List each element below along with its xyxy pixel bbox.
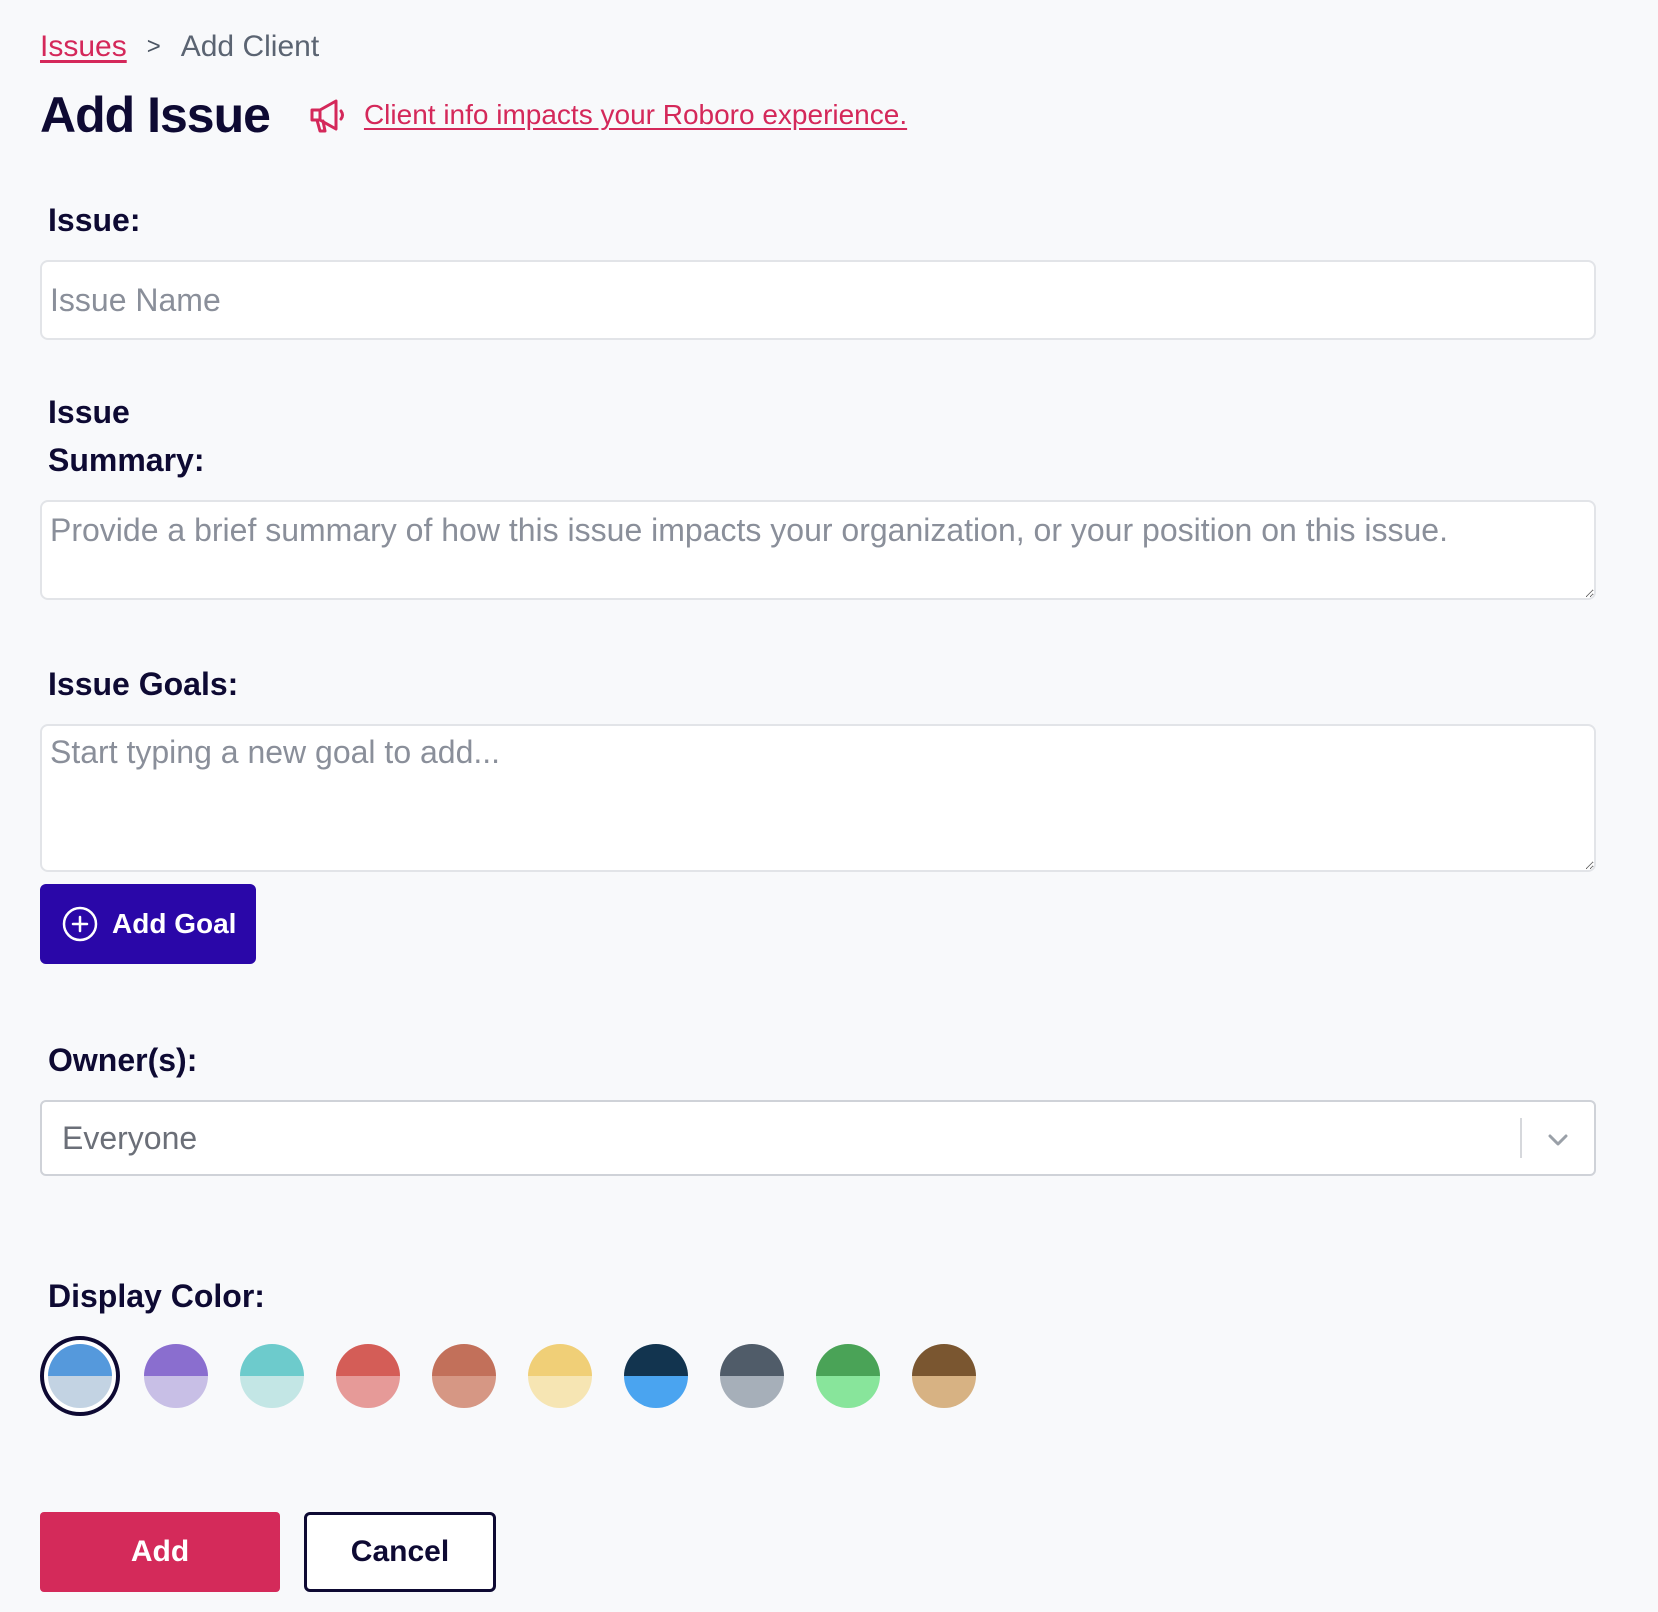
color-swatch[interactable] xyxy=(336,1344,400,1408)
add-goal-label: Add Goal xyxy=(112,908,237,939)
owners-select[interactable]: Everyone xyxy=(40,1100,1596,1176)
color-swatch[interactable] xyxy=(816,1344,880,1408)
megaphone-icon xyxy=(306,93,350,137)
swatch-bottom xyxy=(48,1376,112,1408)
swatch-top xyxy=(144,1344,208,1376)
swatch-bottom xyxy=(720,1376,784,1408)
swatch-top xyxy=(624,1344,688,1376)
issue-summary-textarea[interactable] xyxy=(40,500,1596,600)
breadcrumb-issues-link[interactable]: Issues xyxy=(40,30,127,64)
breadcrumb: Issues > Add Client xyxy=(40,30,319,64)
swatch-bottom xyxy=(816,1376,880,1408)
swatch-bottom xyxy=(912,1376,976,1408)
breadcrumb-current: Add Client xyxy=(180,30,320,63)
owners-label: Owner(s): xyxy=(48,1042,198,1078)
issue-name-input[interactable] xyxy=(40,260,1596,340)
swatch-bottom xyxy=(240,1376,304,1408)
add-button[interactable]: Add xyxy=(40,1512,280,1592)
plus-circle-icon xyxy=(62,906,98,942)
swatch-top xyxy=(816,1344,880,1376)
swatch-top xyxy=(432,1344,496,1376)
swatch-top xyxy=(720,1344,784,1376)
client-info-link[interactable]: Client info impacts your Roboro experien… xyxy=(364,99,907,131)
swatch-bottom xyxy=(144,1376,208,1408)
breadcrumb-separator: > xyxy=(146,33,161,60)
display-color-label: Display Color: xyxy=(48,1278,265,1314)
color-swatch-fill xyxy=(48,1344,112,1408)
swatch-top xyxy=(336,1344,400,1376)
color-swatch[interactable] xyxy=(720,1344,784,1408)
color-swatch[interactable] xyxy=(912,1344,976,1408)
chevron-down-icon[interactable] xyxy=(1544,1126,1572,1154)
owners-select-value: Everyone xyxy=(62,1120,198,1156)
page-title: Add Issue xyxy=(40,87,271,143)
add-goal-button[interactable]: Add Goal xyxy=(40,884,256,964)
swatch-top xyxy=(48,1344,112,1376)
swatch-top xyxy=(528,1344,592,1376)
issue-label: Issue: xyxy=(48,202,141,238)
cancel-button[interactable]: Cancel xyxy=(304,1512,496,1592)
swatch-top xyxy=(912,1344,976,1376)
swatch-bottom xyxy=(528,1376,592,1408)
color-swatch-group xyxy=(40,1336,1000,1416)
swatch-bottom xyxy=(336,1376,400,1408)
color-swatch[interactable] xyxy=(40,1336,120,1416)
color-swatch[interactable] xyxy=(240,1344,304,1408)
color-swatch[interactable] xyxy=(144,1344,208,1408)
issue-goals-textarea[interactable] xyxy=(40,724,1596,872)
add-issue-page: Issues > Add Client Add Issue Client inf… xyxy=(0,0,1658,1612)
color-swatch[interactable] xyxy=(624,1344,688,1408)
select-divider xyxy=(1520,1118,1522,1158)
color-swatch[interactable] xyxy=(432,1344,496,1408)
issue-summary-label: Issue Summary: xyxy=(48,394,205,478)
swatch-top xyxy=(240,1344,304,1376)
swatch-bottom xyxy=(624,1376,688,1408)
issue-goals-label: Issue Goals: xyxy=(48,666,239,702)
title-row: Add Issue Client info impacts your Robor… xyxy=(40,86,907,144)
swatch-bottom xyxy=(432,1376,496,1408)
color-swatch[interactable] xyxy=(528,1344,592,1408)
